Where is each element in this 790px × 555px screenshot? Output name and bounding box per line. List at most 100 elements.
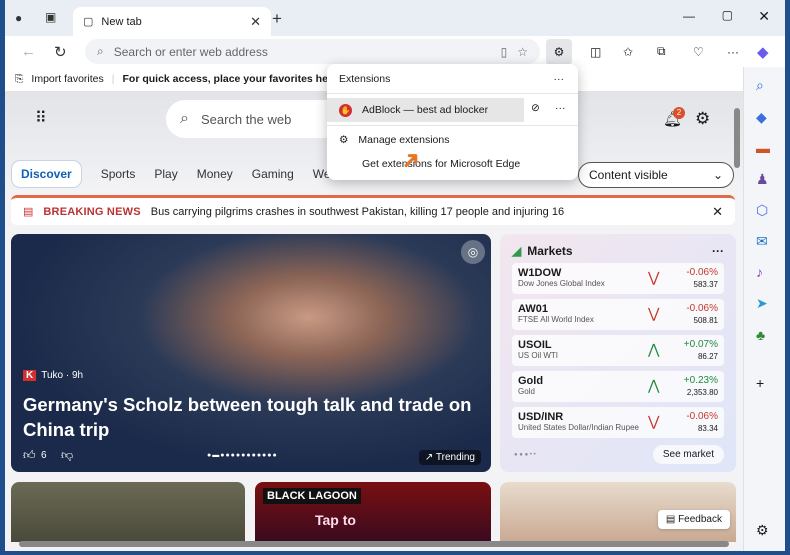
favorite-star-icon[interactable]: ☆ (517, 45, 528, 59)
more-options-icon[interactable]: ··· (712, 244, 724, 258)
browser-essentials-icon[interactable]: ♡ (693, 45, 704, 59)
content-visible-dropdown[interactable]: Content visible ⌄ (578, 162, 734, 188)
toolbar: ← ↻ ⌕ Search or enter web address ▯ ☆ ⚙ … (5, 36, 785, 67)
market-row[interactable]: USOIL US Oil WTI ⋀ +0.07% 86.27 (512, 335, 724, 366)
reader-icon[interactable]: ▯ (501, 45, 508, 59)
market-value: 2,353.80 (686, 388, 718, 397)
send-icon[interactable]: ➤ (756, 295, 768, 312)
puzzle-icon: ⚙ (339, 134, 349, 146)
breaking-news-label: BREAKING NEWS (43, 205, 141, 218)
tab-gaming[interactable]: Gaming (252, 167, 294, 181)
sparkline: ⋀ (648, 377, 660, 393)
game-card[interactable]: BLACK LAGOON Tap to (255, 482, 491, 542)
tab-play[interactable]: Play (154, 167, 177, 181)
trending-label: Trending (435, 452, 475, 463)
games-icon[interactable]: ♟ (756, 171, 769, 188)
web-search-input[interactable]: Search the web (201, 112, 291, 127)
close-icon[interactable]: ✕ (712, 204, 723, 220)
close-tab-icon[interactable]: ✕ (250, 14, 261, 30)
trending-badge[interactable]: ↗ Trending (418, 450, 481, 465)
market-name: FTSE All World Index (518, 315, 594, 324)
search-icon: ⌕ (97, 44, 104, 58)
markets-widget: ◢ Markets ··· W1DOW Dow Jones Global Index ⋁… (500, 234, 736, 472)
address-input[interactable]: Search or enter web address (114, 45, 268, 59)
extensions-menu-title: Extensions (339, 72, 391, 85)
collections-icon[interactable]: ⧉ (657, 44, 666, 59)
chevron-down-icon: ⌄ (712, 168, 723, 182)
market-value: 508.81 (693, 316, 718, 325)
feedback-button[interactable]: ▤ Feedback (657, 510, 730, 529)
settings-gear-icon[interactable]: ⚙ (695, 109, 710, 129)
microsoft365-icon[interactable]: ⬡ (756, 202, 768, 219)
minimize-button[interactable]: — (683, 9, 695, 23)
market-name: Dow Jones Global Index (518, 279, 605, 288)
search-icon[interactable]: ⌕ (756, 77, 764, 94)
breaking-news-text[interactable]: Bus carrying pilgrims crashes in southwe… (151, 206, 564, 218)
designer-icon[interactable]: ♪ (756, 264, 763, 280)
adblock-extension-item[interactable]: ✋ AdBlock — best ad blocker (327, 98, 524, 122)
sparkline: ⋁ (648, 269, 660, 285)
market-row[interactable]: Gold Gold ⋀ +0.23% 2,353.80 (512, 371, 724, 402)
more-menu-icon[interactable]: ··· (727, 45, 739, 59)
profile-icon[interactable]: ● (15, 11, 22, 25)
hero-article[interactable]: ◎ K Tuko · 9h Germany's Scholz between to… (11, 234, 491, 472)
market-value: 83.34 (697, 424, 718, 433)
tab-actions-icon[interactable]: ▣ (45, 10, 56, 24)
outlook-icon[interactable]: ✉ (756, 233, 768, 250)
notification-badge: 2 (673, 107, 685, 119)
favorites-icon[interactable]: ✩ (623, 45, 633, 59)
refresh-icon[interactable]: ↻ (54, 43, 67, 61)
market-change: -0.06% (686, 303, 718, 314)
breaking-news-banner[interactable]: ▤ BREAKING NEWS Bus carrying pilgrims cr… (11, 195, 735, 225)
tab-new-tab[interactable]: ▢ New tab ✕ (73, 7, 271, 36)
tab-money[interactable]: Money (197, 167, 233, 181)
market-name: US Oil WTI (518, 351, 558, 360)
markets-icon: ◢ (512, 244, 522, 258)
tree-icon[interactable]: ♣ (756, 327, 765, 343)
sparkline: ⋀ (648, 341, 660, 357)
close-window-button[interactable]: ✕ (758, 8, 770, 25)
market-row[interactable]: USD/INR United States Dollar/Indian Rupee… (512, 407, 724, 438)
get-extensions-item[interactable]: Get extensions for Microsoft Edge (327, 154, 578, 174)
tools-icon[interactable]: ▬ (756, 140, 770, 156)
carousel-dots[interactable]: ●▬●●●●●●●●●●● (207, 452, 278, 459)
apps-grid-icon[interactable]: ⠿ (35, 108, 47, 128)
hide-from-toolbar-icon[interactable]: ⊘ (531, 102, 540, 114)
visual-search-icon[interactable]: ◎ (461, 240, 485, 264)
import-favorites-button[interactable]: Import favorites (31, 73, 103, 85)
back-icon[interactable]: ← (21, 43, 36, 60)
market-change: +0.07% (683, 339, 718, 350)
tab-discover[interactable]: Discover (11, 160, 82, 188)
maximize-button[interactable]: ▢ (722, 8, 733, 22)
feed-nav: Discover Sports Play Money Gaming Weathe (11, 160, 354, 188)
shopping-tag-icon[interactable]: ◆ (756, 109, 767, 126)
new-tab-plus-icon[interactable]: + (272, 9, 282, 29)
extensions-more-icon[interactable]: ··· (554, 73, 565, 85)
split-screen-icon[interactable]: ◫ (590, 45, 601, 59)
dislike-icon[interactable]: 👎︎ (61, 448, 73, 463)
horizontal-scrollbar[interactable] (19, 541, 729, 547)
market-change: +0.23% (683, 375, 718, 386)
see-market-button[interactable]: See market (652, 445, 724, 464)
copilot-icon[interactable]: ◆ (757, 43, 769, 61)
news-card-1[interactable] (11, 482, 245, 542)
sidebar-settings-icon[interactable]: ⚙ (756, 522, 769, 539)
like-icon[interactable]: 👍︎ (23, 448, 36, 463)
news-card-3[interactable]: ▤ Feedback (500, 482, 736, 542)
add-icon[interactable]: + (756, 375, 764, 391)
sign-in-button[interactable]: Sign in (612, 115, 646, 127)
adblock-more-icon[interactable]: ··· (555, 102, 566, 114)
market-row[interactable]: AW01 FTSE All World Index ⋁ -0.06% 508.81 (512, 299, 724, 330)
article-title[interactable]: Germany's Scholz between tough talk and … (23, 392, 473, 442)
game-cta: Tap to (315, 512, 356, 528)
vertical-scrollbar[interactable] (731, 92, 743, 551)
manage-extensions-item[interactable]: ⚙ Manage extensions (327, 130, 578, 150)
address-bar[interactable]: ⌕ Search or enter web address ▯ ☆ (85, 39, 540, 64)
pager-dots[interactable]: ● ● ● • • (514, 452, 536, 458)
content-visible-label: Content visible (589, 168, 668, 182)
market-row[interactable]: W1DOW Dow Jones Global Index ⋁ -0.06% 583.37 (512, 263, 724, 294)
sparkline: ⋁ (648, 305, 660, 321)
like-count: 6 (41, 450, 47, 461)
tab-sports[interactable]: Sports (101, 167, 136, 181)
extensions-puzzle-icon[interactable]: ⚙ (546, 38, 572, 65)
